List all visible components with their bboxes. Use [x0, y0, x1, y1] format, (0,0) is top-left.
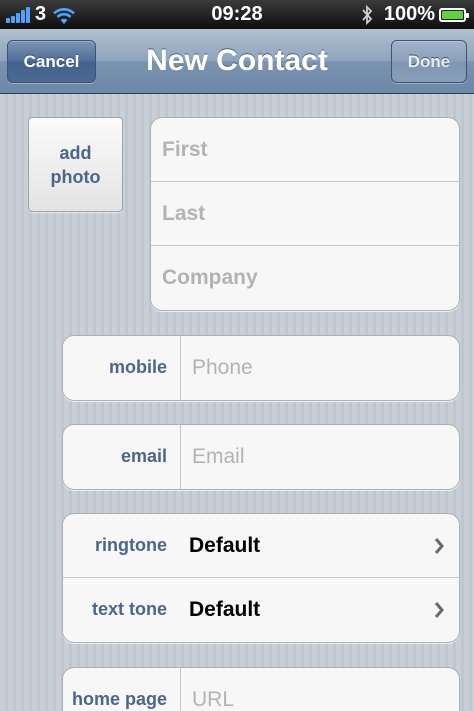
first-name-placeholder: First — [162, 138, 208, 161]
add-photo-line1: add — [59, 142, 92, 163]
email-row[interactable]: email Email — [63, 425, 459, 489]
tones-group: ringtone Default text tone Default — [62, 513, 460, 643]
email-type-label[interactable]: email — [63, 425, 174, 488]
text-tone-label: text tone — [91, 599, 167, 619]
battery-tip — [466, 12, 469, 18]
chevron-right-icon — [434, 538, 444, 554]
done-button[interactable]: Done — [391, 40, 467, 83]
battery-fill — [442, 10, 463, 19]
text-tone-row[interactable]: text tone Default — [63, 578, 459, 642]
phone-row[interactable]: mobile Phone — [63, 336, 459, 400]
first-name-field[interactable]: First — [151, 118, 459, 182]
phone-type-label[interactable]: mobile — [63, 336, 174, 399]
url-type-label[interactable]: home page — [63, 668, 174, 711]
phone-group: mobile Phone — [62, 335, 460, 401]
email-placeholder: Email — [192, 445, 245, 468]
bluetooth-icon — [362, 4, 373, 25]
last-name-placeholder: Last — [162, 202, 206, 225]
battery-icon — [439, 7, 469, 22]
company-placeholder: Company — [162, 266, 258, 289]
url-placeholder: URL — [192, 688, 235, 711]
url-group: home page URL — [62, 667, 460, 711]
add-photo-line2: photo — [50, 166, 101, 187]
status-right: 100% — [360, 0, 469, 29]
add-photo-label: add photo — [51, 141, 101, 189]
add-photo-button[interactable]: add photo — [28, 117, 123, 212]
ringtone-label: ringtone — [95, 535, 167, 555]
chevron-right-icon — [434, 602, 444, 618]
phone-placeholder: Phone — [192, 356, 253, 379]
email-group: email Email — [62, 424, 460, 490]
row-divider — [180, 336, 181, 400]
navigation-bar: New Contact Cancel Done — [0, 29, 474, 94]
row-divider — [180, 668, 181, 711]
last-name-field[interactable]: Last — [151, 182, 459, 246]
ringtone-value: Default — [189, 534, 261, 557]
ringtone-row[interactable]: ringtone Default — [63, 514, 459, 578]
name-fields-group: First Last Company — [150, 117, 460, 311]
battery-percent: 100% — [383, 3, 435, 25]
url-row[interactable]: home page URL — [63, 668, 459, 711]
status-bar: 3 09:28 100% — [0, 0, 474, 29]
company-field[interactable]: Company — [151, 246, 459, 310]
row-divider — [180, 425, 181, 489]
cancel-button[interactable]: Cancel — [7, 40, 96, 83]
text-tone-value: Default — [189, 598, 261, 621]
